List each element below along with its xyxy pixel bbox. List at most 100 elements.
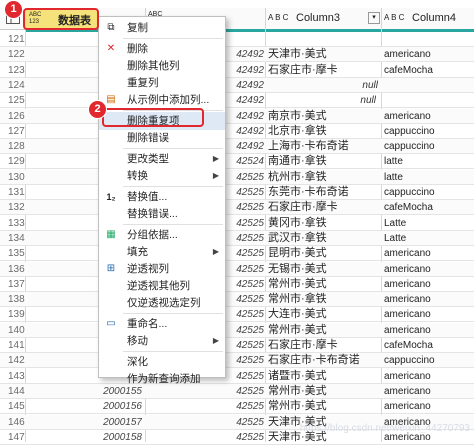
menu-item-rename[interactable]: ▭ 重命名... — [99, 315, 225, 333]
cell-column3: 常州市·美式 — [268, 384, 327, 397]
cell-column4: cappuccino — [384, 355, 435, 367]
annotation-box-column-header — [23, 8, 99, 30]
cell-column3: 无锡市·美式 — [268, 262, 327, 275]
cell-column3: 北京市·拿铁 — [268, 124, 327, 137]
table-row[interactable]: 144 2000155 42525 常州市·美式 americano — [0, 383, 474, 399]
row-number: 121 — [8, 34, 25, 45]
cell-column3: 常州市·拿铁 — [268, 293, 327, 306]
row-number: 142 — [8, 355, 25, 367]
column4-header[interactable]: A B C Column4 — [382, 9, 474, 29]
cell-column4: cappuccino — [384, 141, 435, 153]
example-icon: ▤ — [106, 94, 116, 105]
cell-column3: 常州市·美式 — [268, 323, 327, 336]
menu-item-fill[interactable]: 填充 ▶ — [99, 243, 225, 261]
watermark: https://blog.csdn.net/weixin_44270793 — [299, 423, 470, 434]
cell-column1: 2000158 — [103, 431, 142, 443]
table-row[interactable]: 121 — [0, 32, 474, 47]
context-menu: ⧉ 复制 ✕ 删除 删除其他列 重复列 ▤ 从示例中添加列... 删除重复项 删除错误… — [98, 16, 226, 385]
remove-icon: ✕ — [106, 43, 116, 54]
table-row[interactable]: 135 42525 昆明市·美式 americano — [0, 246, 474, 262]
cell-column4: cappuccino — [384, 187, 435, 198]
table-row[interactable]: 140 42525 常州市·美式 americano — [0, 322, 474, 338]
menu-item-copy[interactable]: ⧉ 复制 — [99, 19, 225, 37]
menu-item-drill-down[interactable]: 深化 — [99, 353, 225, 371]
cell-column4 — [384, 78, 472, 93]
menu-separator — [123, 224, 223, 225]
cell-column3: 大连市·美式 — [268, 308, 327, 321]
cell-column3: 南京市·美式 — [268, 109, 327, 122]
table-row[interactable]: 122 42492 天津市·美式 americano — [0, 47, 474, 63]
table-row[interactable]: 141 42525 石家庄市·摩卡 cafeMocha — [0, 338, 474, 353]
data-grid: ABC 123 数据表 ABC A B C Column3 ▾ A B C Co… — [0, 0, 474, 445]
row-number: 130 — [8, 171, 25, 183]
cell-column2: 42525 — [236, 431, 264, 443]
table-row[interactable]: 125 42492 null — [0, 93, 474, 109]
menu-item-replace-values[interactable]: 1₂ 替换值... — [99, 188, 225, 206]
cell-column1: 2000157 — [103, 416, 142, 428]
cell-column4: cafeMocha — [384, 64, 433, 76]
cell-column4: americano — [384, 110, 431, 122]
row-number: 129 — [8, 156, 25, 168]
filter-dropdown-icon[interactable]: ▾ — [368, 12, 380, 24]
menu-item-remove-other[interactable]: 删除其他列 — [99, 57, 225, 75]
copy-icon: ⧉ — [107, 22, 115, 33]
column3-header[interactable]: A B C Column3 ▾ — [266, 9, 382, 29]
menu-item-change-type[interactable]: 更改类型 ▶ — [99, 150, 225, 168]
cell-column4: americano — [384, 309, 431, 321]
table-row[interactable]: 124 42492 null — [0, 77, 474, 93]
table-row[interactable]: 145 2000156 42525 常州市·美式 americano — [0, 399, 474, 415]
menu-item-add-from-example[interactable]: ▤ 从示例中添加列... — [99, 91, 225, 109]
table-row[interactable]: 127 42492 北京市·拿铁 cappuccino — [0, 124, 474, 139]
cell-column4: americano — [384, 324, 431, 336]
cell-column3: 天津市·美式 — [268, 48, 327, 61]
row-number: 137 — [8, 278, 25, 290]
menu-separator — [123, 313, 223, 314]
row-number: 124 — [8, 79, 25, 91]
cell-column4: americano — [384, 385, 431, 397]
row-number: 134 — [8, 232, 25, 244]
table-row[interactable]: 128 42492 上海市·卡布奇诺 cappuccino — [0, 139, 474, 155]
table-row[interactable]: 130 42525 杭州市·拿铁 latte — [0, 169, 474, 185]
menu-item-move[interactable]: 移动 ▶ — [99, 332, 225, 350]
table-row[interactable]: 137 42525 常州市·美式 americano — [0, 277, 474, 292]
row-number: 131 — [8, 187, 25, 198]
cell-column3: 武汉市·拿铁 — [268, 231, 327, 244]
menu-item-unpivot[interactable]: ⊞ 逆透视列 — [99, 260, 225, 278]
type-text-icon: A B C — [384, 13, 405, 22]
table-row[interactable]: 143 42525 诸暨市·美式 americano — [0, 369, 474, 384]
table-row[interactable]: 131 42525 东莞市·卡布奇诺 cappuccino — [0, 185, 474, 200]
column4-title: Column4 — [412, 12, 457, 24]
row-number: 146 — [8, 416, 25, 428]
menu-item-add-as-query[interactable]: 作为新查询添加 — [99, 370, 225, 385]
cell-column4: null — [360, 95, 376, 107]
row-number: 147 — [8, 431, 25, 443]
table-row[interactable]: 132 42525 石家庄市·摩卡 cafeMocha — [0, 200, 474, 216]
cell-column3: 东莞市·卡布奇诺 — [268, 186, 349, 198]
table-row[interactable]: 134 42525 武汉市·拿铁 Latte — [0, 230, 474, 246]
replace-icon: 1₂ — [106, 192, 116, 202]
menu-item-transform[interactable]: 转换 ▶ — [99, 167, 225, 185]
row-number: 133 — [8, 217, 25, 229]
cell-column3: 上海市·卡布奇诺 — [268, 140, 349, 153]
menu-item-group-by[interactable]: ▦ 分组依据... — [99, 226, 225, 244]
table-row[interactable]: 139 42525 大连市·美式 americano — [0, 307, 474, 323]
menu-item-remove[interactable]: ✕ 删除 — [99, 40, 225, 58]
table-row[interactable]: 123 42492 石家庄市·摩卡 cafeMocha — [0, 63, 474, 78]
table-row[interactable]: 138 42525 常州市·拿铁 americano — [0, 292, 474, 308]
table-row[interactable]: 126 42492 南京市·美式 americano — [0, 108, 474, 124]
row-number: 128 — [8, 141, 25, 153]
table-row[interactable]: 129 42524 南通市·拿铁 latte — [0, 154, 474, 170]
cell-column4: americano — [384, 248, 431, 260]
table-row[interactable]: 133 42525 黄冈市·拿铁 Latte — [0, 216, 474, 231]
cell-column3: 石家庄市·摩卡 — [268, 63, 338, 76]
menu-separator — [123, 148, 223, 149]
cell-column2: 42525 — [236, 401, 264, 413]
menu-item-remove-errors[interactable]: 删除错误 — [99, 129, 225, 147]
cell-column3: 石家庄市·摩卡 — [268, 201, 338, 214]
menu-item-unpivot-selected[interactable]: 仅逆透视选定列 — [99, 294, 225, 312]
menu-item-unpivot-other[interactable]: 逆透视其他列 — [99, 277, 225, 295]
table-row[interactable]: 142 42525 石家庄市·卡布奇诺 cappuccino — [0, 353, 474, 369]
menu-item-duplicate[interactable]: 重复列 — [99, 74, 225, 92]
table-row[interactable]: 136 42525 无锡市·美式 americano — [0, 261, 474, 277]
menu-item-replace-errors[interactable]: 替换错误... — [99, 205, 225, 223]
